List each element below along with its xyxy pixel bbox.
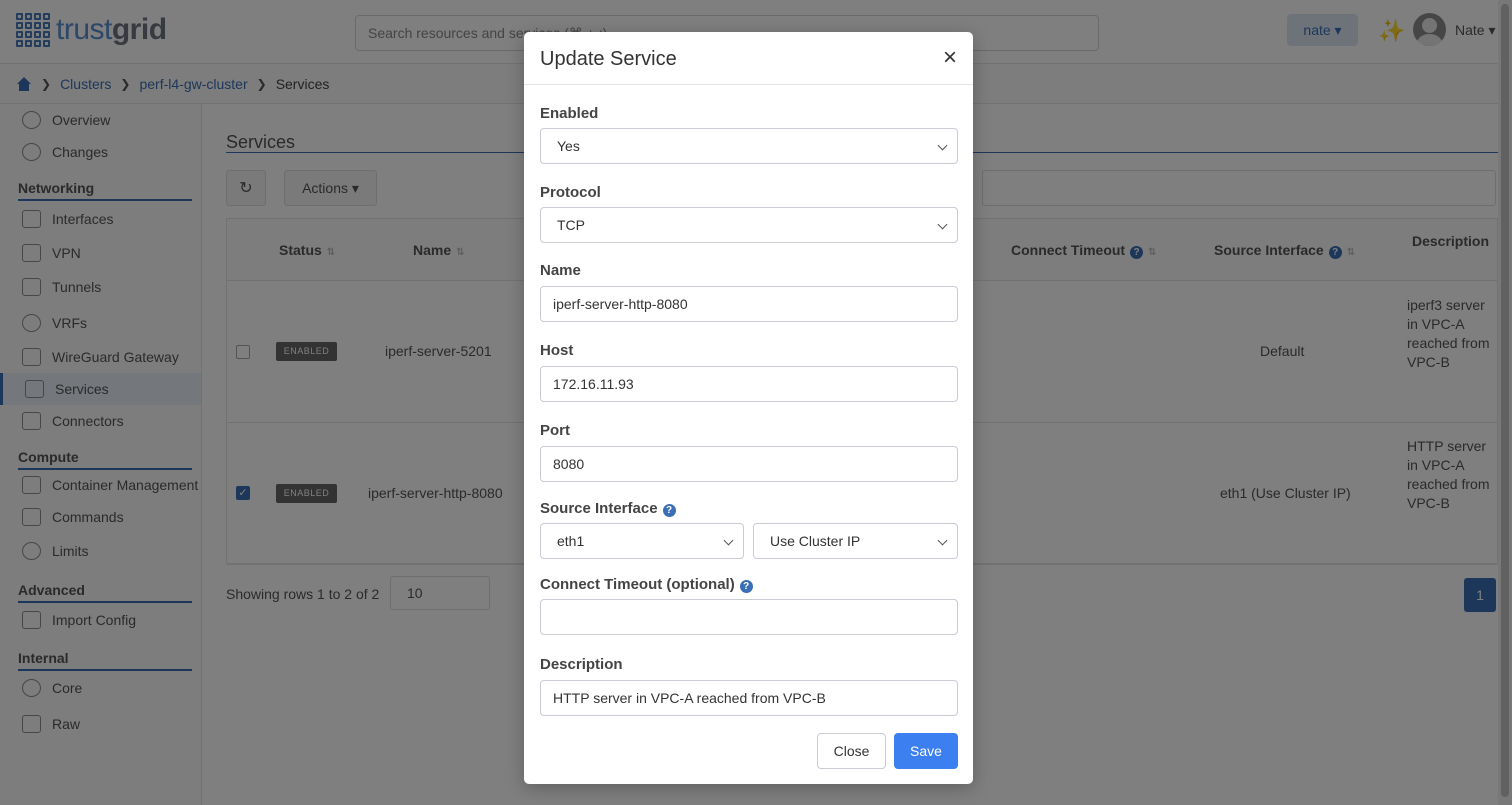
help-icon[interactable]: ? <box>662 504 676 517</box>
update-service-modal: Update Service × Enabled Yes Protocol TC… <box>524 32 973 784</box>
connect-timeout-label: Connect Timeout (optional)? <box>540 576 753 593</box>
close-button[interactable]: Close <box>817 733 886 769</box>
protocol-label: Protocol <box>540 184 601 201</box>
close-icon[interactable]: × <box>940 46 960 70</box>
enabled-select[interactable]: Yes <box>540 128 958 164</box>
modal-header: Update Service × <box>524 32 973 85</box>
source-interface-select[interactable]: eth1 <box>540 523 744 559</box>
name-label: Name <box>540 262 581 279</box>
help-icon[interactable]: ? <box>739 580 753 593</box>
name-input[interactable]: iperf-server-http-8080 <box>540 286 958 322</box>
enabled-label: Enabled <box>540 105 599 122</box>
port-input[interactable]: 8080 <box>540 446 958 482</box>
port-label: Port <box>540 422 570 439</box>
source-interface-label: Source Interface? <box>540 500 676 517</box>
description-input[interactable]: HTTP server in VPC-A reached from VPC-B <box>540 680 958 716</box>
host-label: Host <box>540 342 574 359</box>
modal-title: Update Service <box>540 48 677 70</box>
source-ip-mode-select[interactable]: Use Cluster IP <box>753 523 958 559</box>
host-input[interactable]: 172.16.11.93 <box>540 366 958 402</box>
description-label: Description <box>540 656 623 673</box>
save-button[interactable]: Save <box>894 733 958 769</box>
protocol-select[interactable]: TCP <box>540 207 958 243</box>
connect-timeout-input[interactable] <box>540 599 958 635</box>
